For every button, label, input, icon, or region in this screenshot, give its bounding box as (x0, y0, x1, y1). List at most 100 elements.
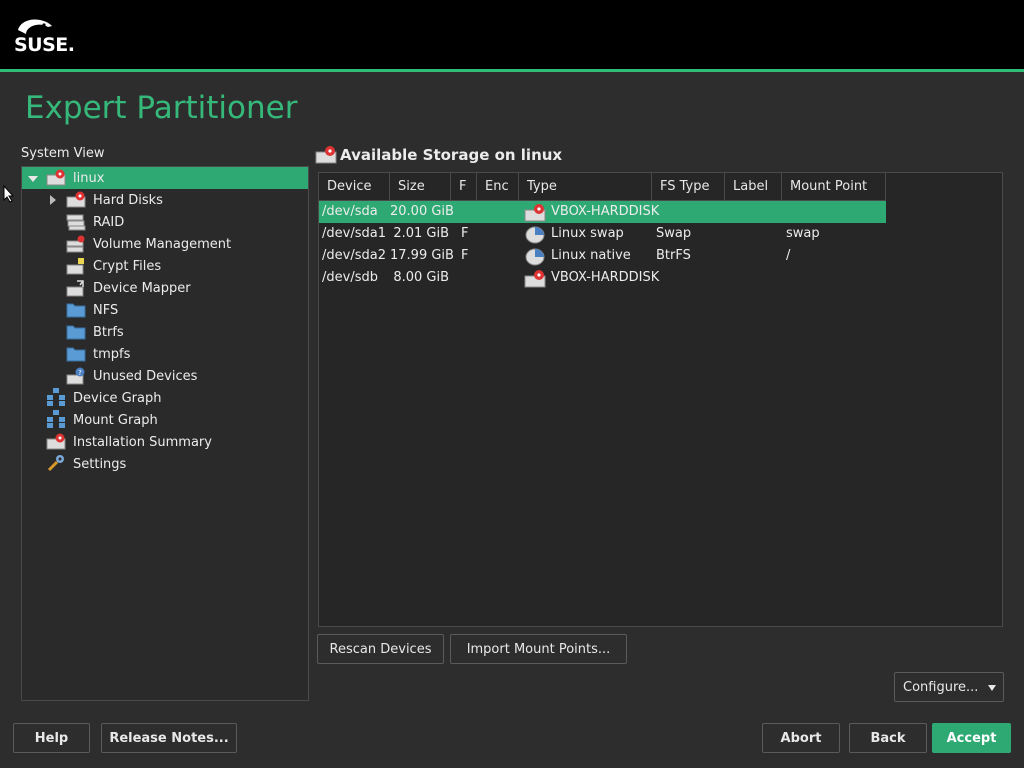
tree-item-label: Volume Management (93, 236, 232, 252)
table-row[interactable]: /dev/sda2 17.99 GiB F Linux native BtrFS… (319, 245, 886, 267)
tree-item-label: Device Mapper (93, 280, 191, 296)
cell-device: /dev/sda (322, 204, 378, 219)
tree-item-settings[interactable]: Settings (22, 453, 308, 475)
cell-fs-type: BtrFS (656, 248, 691, 263)
expanded-arrow-icon[interactable] (28, 174, 38, 184)
configure-menu-button[interactable]: Configure... (894, 672, 1004, 702)
svg-text:?: ? (78, 369, 82, 377)
tree-item-installation-summary[interactable]: Installation Summary (22, 431, 308, 453)
storage-table[interactable]: Device Size F Enc Type FS Type Label Mou… (318, 172, 1003, 627)
column-header-device[interactable]: Device (319, 173, 390, 201)
tree-item-label: Btrfs (93, 324, 124, 340)
column-header-encrypted[interactable]: Enc (477, 173, 519, 201)
tree-item-label: Device Graph (73, 390, 162, 406)
folder-icon (66, 325, 86, 340)
crypt-icon (66, 258, 84, 275)
tree-item-label: NFS (93, 302, 119, 318)
disk-icon (46, 169, 66, 186)
cell-size: 8.00 GiB (393, 270, 449, 285)
tree-item-volume-management[interactable]: Volume Management (22, 233, 308, 255)
mouse-pointer-icon (3, 185, 15, 203)
tree-item-label: tmpfs (93, 346, 131, 362)
column-header-label[interactable]: Label (725, 173, 782, 201)
cell-mount-point: / (786, 248, 791, 263)
tree-item-label: Installation Summary (73, 434, 212, 450)
configure-label: Configure... (903, 680, 979, 695)
disk-icon (524, 204, 546, 222)
cell-type: Linux swap (551, 226, 624, 241)
system-view-label: System View (21, 146, 105, 161)
chevron-down-icon (988, 685, 996, 691)
tree-item-label: Crypt Files (93, 258, 162, 274)
cell-type: VBOX-HARDDISK (551, 204, 660, 219)
tree-item-btrfs[interactable]: Btrfs (22, 321, 308, 343)
cell-mount-point: swap (786, 226, 820, 241)
tree-item-label: Mount Graph (73, 412, 158, 428)
disk-icon (524, 270, 546, 288)
tree-item-label: RAID (93, 214, 125, 230)
cell-format: F (461, 226, 469, 241)
disk-icon (46, 433, 66, 450)
device-mapper-icon (66, 280, 84, 297)
unused-icon: ? (66, 367, 85, 385)
header-divider (0, 69, 1024, 72)
tree-item-device-mapper[interactable]: Device Mapper (22, 277, 308, 299)
graph-icon (47, 410, 65, 428)
top-bar: SUSE. (0, 0, 1024, 69)
cell-type: Linux native (551, 248, 631, 263)
tree-item-hard-disks[interactable]: Hard Disks (22, 189, 308, 211)
system-view-tree[interactable]: linux Hard Disks RAID Volume Management … (21, 166, 309, 701)
release-notes-button[interactable]: Release Notes... (101, 723, 237, 753)
table-row[interactable]: /dev/sda1 2.01 GiB F Linux swap Swap swa… (319, 223, 886, 245)
folder-icon (66, 347, 86, 362)
cell-type: VBOX-HARDDISK (551, 270, 660, 285)
page-title: Expert Partitioner (25, 90, 298, 126)
cell-format: F (461, 248, 469, 263)
tree-item-device-graph[interactable]: Device Graph (22, 387, 308, 409)
column-header-fs-type[interactable]: FS Type (652, 173, 725, 201)
table-row[interactable]: /dev/sda 20.00 GiB VBOX-HARDDISK (319, 201, 886, 223)
disk-icon (66, 191, 86, 208)
folder-icon (66, 303, 86, 318)
cell-size: 20.00 GiB (390, 204, 454, 219)
graph-icon (47, 388, 65, 406)
tree-item-linux[interactable]: linux (22, 167, 308, 189)
column-header-format[interactable]: F (451, 173, 477, 201)
back-button[interactable]: Back (849, 723, 927, 753)
cell-device: /dev/sda2 (322, 248, 386, 263)
cell-device: /dev/sdb (322, 270, 378, 285)
rescan-devices-button[interactable]: Rescan Devices (317, 634, 444, 664)
tree-item-mount-graph[interactable]: Mount Graph (22, 409, 308, 431)
column-header-type[interactable]: Type (519, 173, 652, 201)
lvm-icon (66, 235, 85, 253)
accept-button[interactable]: Accept (932, 723, 1011, 753)
wrench-icon (47, 455, 64, 472)
cell-size: 2.01 GiB (393, 226, 449, 241)
tree-item-nfs[interactable]: NFS (22, 299, 308, 321)
tree-item-label: Hard Disks (93, 192, 163, 208)
table-header: Device Size F Enc Type FS Type Label Mou… (319, 173, 886, 201)
table-row[interactable]: /dev/sdb 8.00 GiB VBOX-HARDDISK (319, 267, 886, 289)
partition-icon (525, 226, 545, 244)
tree-item-label: linux (73, 170, 105, 186)
tree-item-crypt-files[interactable]: Crypt Files (22, 255, 308, 277)
help-button[interactable]: Help (13, 723, 90, 753)
partition-icon (525, 248, 545, 266)
tree-item-unused-devices[interactable]: ? Unused Devices (22, 365, 308, 387)
storage-title: Available Storage on linux (340, 146, 563, 164)
cell-size: 17.99 GiB (390, 248, 454, 263)
tree-item-label: Settings (73, 456, 127, 472)
suse-logo-text: SUSE. (14, 34, 75, 56)
tree-item-tmpfs[interactable]: tmpfs (22, 343, 308, 365)
cell-device: /dev/sda1 (322, 226, 386, 241)
column-header-size[interactable]: Size (390, 173, 451, 201)
collapsed-arrow-icon[interactable] (48, 195, 58, 205)
column-header-mount-point[interactable]: Mount Point (782, 173, 886, 201)
tree-item-label: Unused Devices (93, 368, 198, 384)
abort-button[interactable]: Abort (762, 723, 840, 753)
import-mount-points-button[interactable]: Import Mount Points... (450, 634, 627, 664)
raid-icon (66, 214, 86, 231)
tree-item-raid[interactable]: RAID (22, 211, 308, 233)
disk-icon (315, 146, 337, 164)
cell-fs-type: Swap (656, 226, 692, 241)
